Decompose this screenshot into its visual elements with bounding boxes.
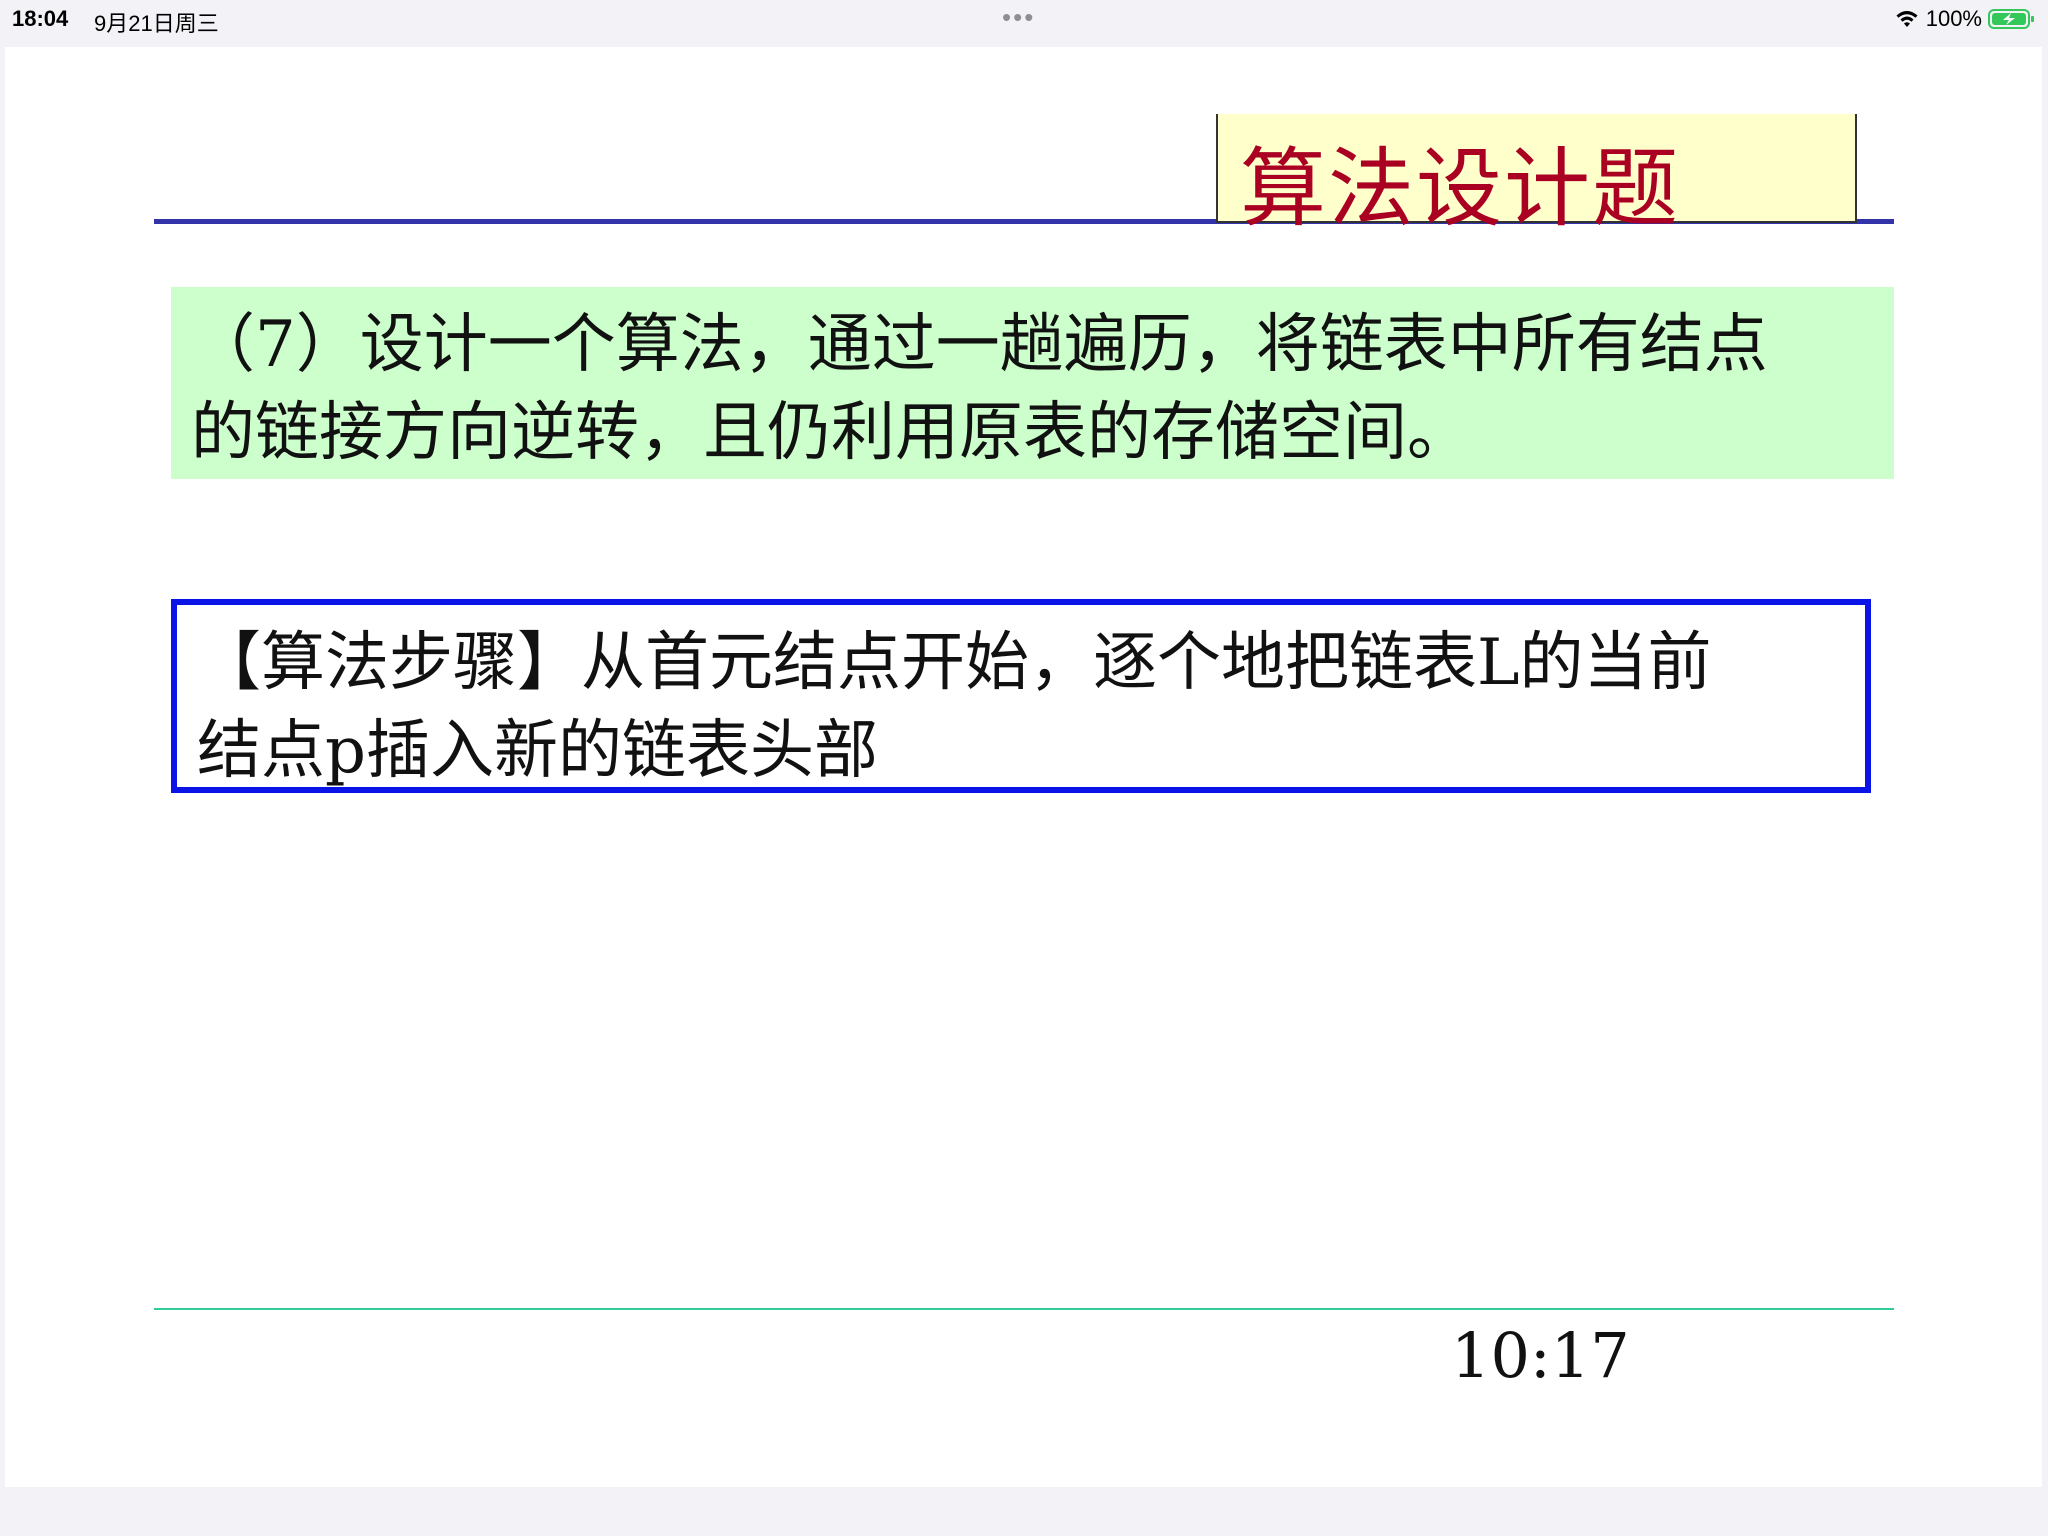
battery-percentage: 100% [1925,6,1982,31]
steps-line-1: 【算法步骤】从首元结点开始，逐个地把链表L的当前 [197,626,1712,700]
wifi-icon [1896,11,1918,27]
status-date: 9月21日周三 [94,11,219,36]
algorithm-steps-box: 【算法步骤】从首元结点开始，逐个地把链表L的当前 结点p插入新的链表头部 [171,599,1871,793]
slide-title: 算法设计题 [1240,139,1680,239]
slide-page-number: 10:17 [1451,1319,1630,1392]
multitasking-dots[interactable]: ••• [1002,4,1035,30]
status-time: 18:04 [12,6,69,31]
question-line-2: 的链接方向逆转，且仍利用原表的存储空间。 [191,396,1471,470]
status-bar: 18:04 9月21日周三 ••• 100% [0,0,2048,46]
title-box: 算法设计题 [1216,114,1857,239]
steps-line-2: 结点p插入新的链表头部 [197,714,878,788]
slide: 算法设计题 （7）设计一个算法，通过一趟遍历，将链表中所有结点 的链接方向逆转，… [5,47,2042,1487]
question-box: （7）设计一个算法，通过一趟遍历，将链表中所有结点 的链接方向逆转，且仍利用原表… [171,287,1894,479]
status-right-group: 100% [1894,6,2036,32]
question-line-1: （7）设计一个算法，通过一趟遍历，将链表中所有结点 [191,308,1768,382]
battery-charging-icon [1988,9,2034,29]
footer-rule [154,1308,1894,1310]
